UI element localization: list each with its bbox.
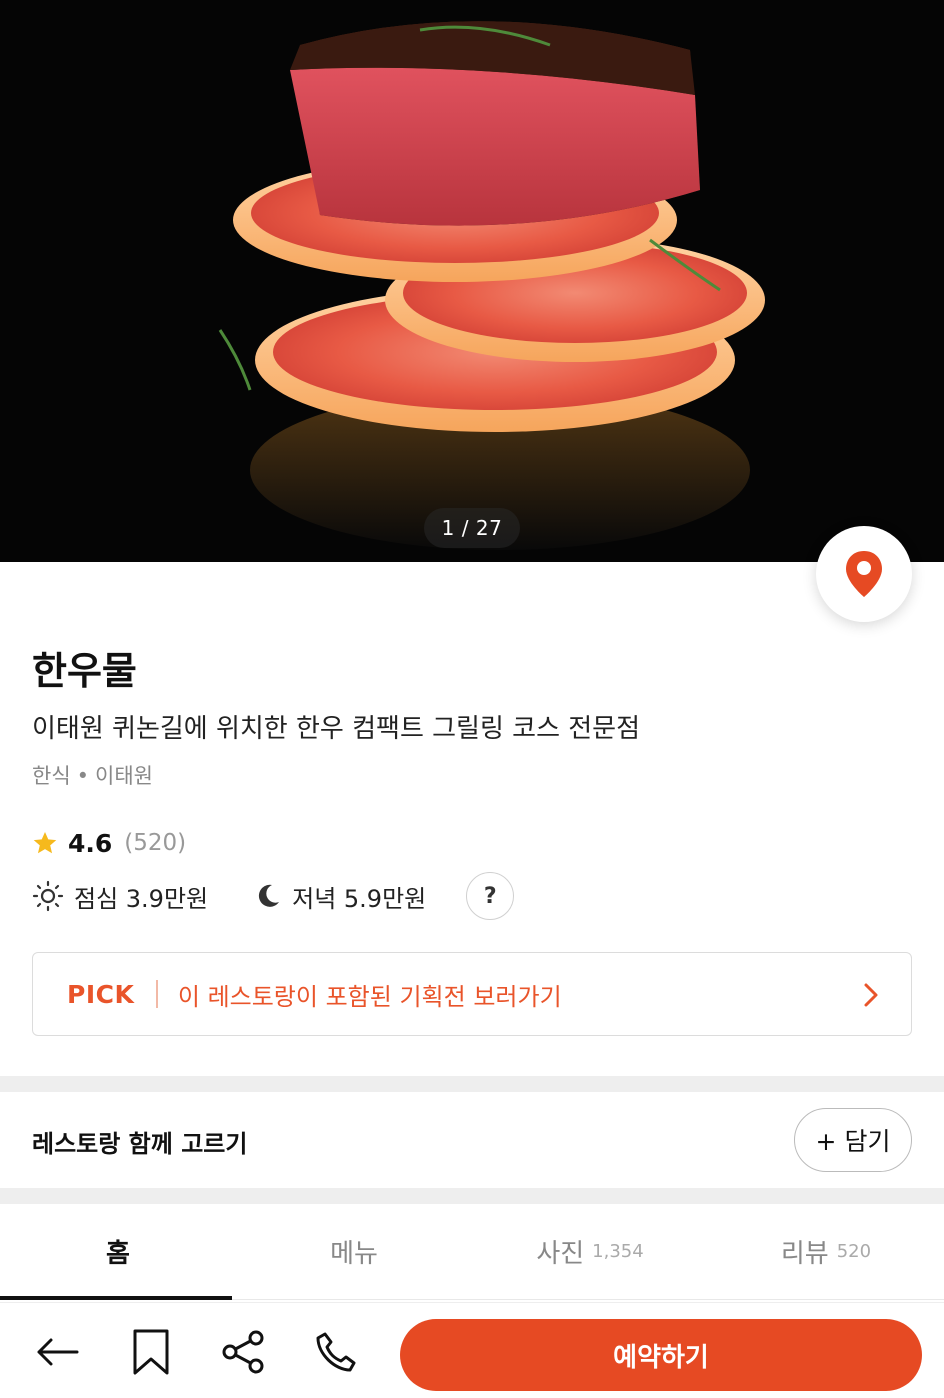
tab-count: 520 bbox=[836, 1241, 872, 1262]
lunch-price-label: 점심 3.9만원 bbox=[74, 884, 209, 913]
moon-icon bbox=[259, 884, 280, 907]
category-label: 한식 bbox=[32, 764, 71, 788]
tab-label: 사진 bbox=[536, 1239, 585, 1269]
dinner-price-label: 저녁 5.9만원 bbox=[292, 884, 427, 913]
choose-together-label: 레스토랑 함께 고르기 bbox=[32, 1130, 248, 1158]
rating-count: (520) bbox=[124, 830, 187, 856]
dinner-price: 저녁 5.9만원 bbox=[254, 879, 426, 914]
rating-score: 4.6 bbox=[68, 828, 113, 858]
tab-label: 리뷰 bbox=[780, 1239, 829, 1269]
star-icon bbox=[33, 831, 57, 854]
restaurant-meta: 한식 • 이태원 bbox=[32, 760, 153, 790]
tab-bar: 홈 메뉴 사진 1,354 리뷰 520 bbox=[0, 1204, 944, 1300]
lunch-price: 점심 3.9만원 bbox=[32, 879, 208, 914]
share-button[interactable] bbox=[218, 1327, 268, 1377]
section-divider bbox=[0, 1188, 944, 1204]
section-divider bbox=[0, 1076, 944, 1092]
reserve-button[interactable]: 예약하기 bbox=[400, 1319, 922, 1391]
sun-icon bbox=[32, 880, 64, 912]
tab-label: 홈 bbox=[106, 1239, 130, 1269]
tab-count: 1,354 bbox=[592, 1241, 644, 1262]
back-button[interactable] bbox=[32, 1327, 82, 1377]
pick-tag: PICK bbox=[67, 979, 135, 1009]
phone-icon bbox=[316, 1332, 356, 1372]
map-button[interactable] bbox=[816, 526, 912, 622]
tab-label: 메뉴 bbox=[330, 1239, 378, 1269]
back-arrow-icon bbox=[37, 1338, 79, 1366]
area-label: 이태원 bbox=[95, 764, 153, 788]
tab-menu[interactable]: 메뉴 bbox=[236, 1204, 472, 1299]
map-pin-icon bbox=[846, 551, 882, 597]
tab-photos[interactable]: 사진 1,354 bbox=[472, 1204, 708, 1299]
tab-reviews[interactable]: 리뷰 520 bbox=[708, 1204, 944, 1299]
pick-banner[interactable]: PICK 이 레스토랑이 포함된 기획전 보러가기 bbox=[32, 952, 912, 1036]
bottom-action-bar: 예약하기 bbox=[0, 1302, 944, 1398]
meta-separator: • bbox=[76, 764, 90, 788]
price-row: 점심 3.9만원 저녁 5.9만원 ? bbox=[32, 872, 515, 920]
call-button[interactable] bbox=[310, 1327, 360, 1377]
restaurant-name: 한우물 bbox=[32, 649, 137, 693]
steak-grapefruit-photo bbox=[218, 21, 765, 550]
share-icon bbox=[222, 1330, 264, 1374]
bookmark-button[interactable] bbox=[126, 1327, 176, 1377]
pick-divider bbox=[156, 980, 158, 1008]
restaurant-tagline: 이태원 퀴논길에 위치한 한우 컴팩트 그릴링 코스 전문점 bbox=[32, 714, 641, 744]
bookmark-icon bbox=[133, 1329, 169, 1375]
price-help-button[interactable]: ? bbox=[466, 872, 515, 920]
rating-row[interactable]: 4.6 (520) bbox=[32, 826, 186, 860]
hero-photo[interactable]: 1 / 27 bbox=[0, 0, 944, 562]
photo-counter: 1 / 27 bbox=[424, 508, 520, 548]
tab-home[interactable]: 홈 bbox=[0, 1204, 236, 1299]
chevron-right-icon bbox=[864, 983, 878, 1007]
pick-text: 이 레스토랑이 포함된 기획전 보러가기 bbox=[177, 982, 562, 1011]
active-tab-indicator bbox=[0, 1296, 232, 1300]
add-to-list-button[interactable]: + 담기 bbox=[794, 1108, 912, 1172]
